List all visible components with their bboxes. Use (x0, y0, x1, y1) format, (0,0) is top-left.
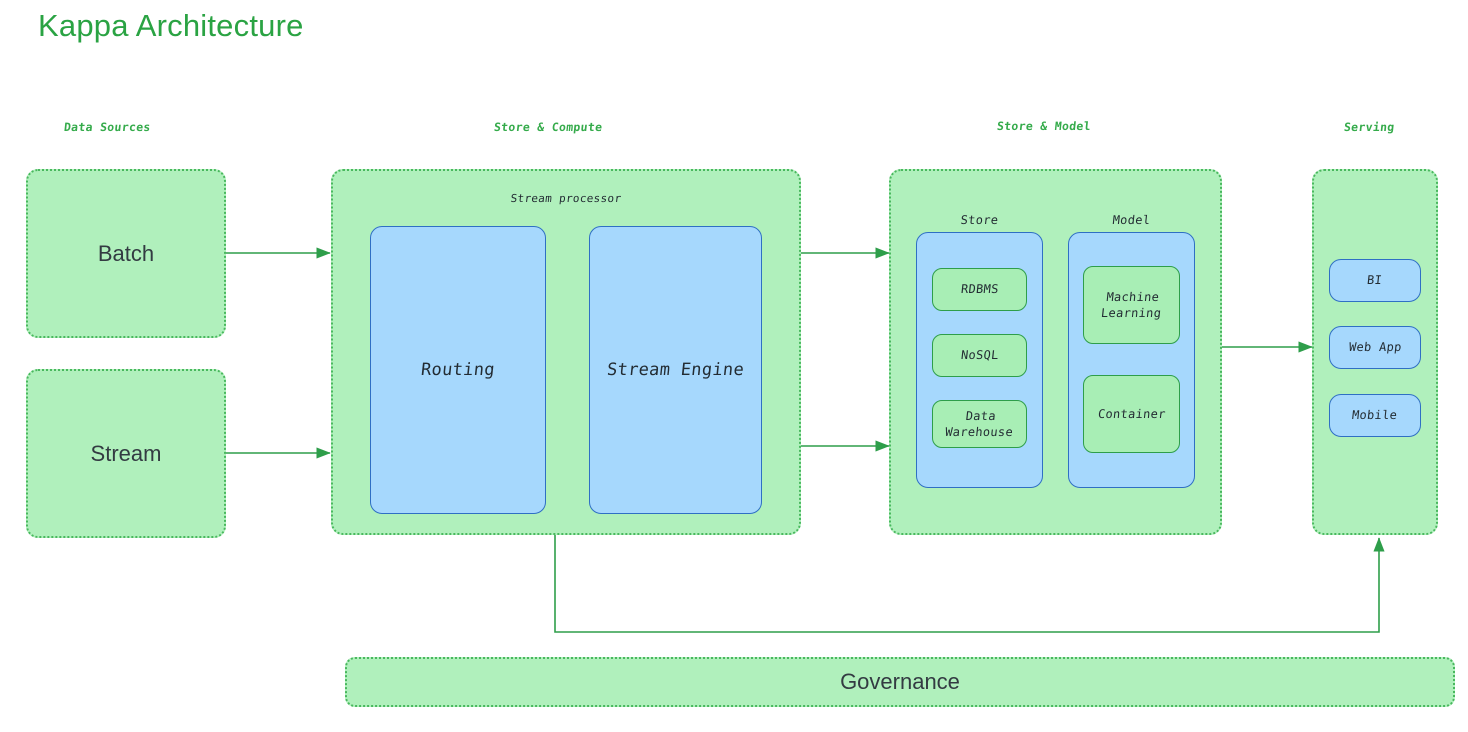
serving-item-label: Web App (1347, 340, 1403, 355)
batch-box[interactable]: Batch (26, 169, 226, 338)
batch-label: Batch (97, 240, 155, 266)
store-item-rdbms[interactable]: RDBMS (932, 268, 1027, 311)
governance-bar[interactable]: Governance (345, 657, 1455, 707)
model-item-machine-learning[interactable]: Machine Learning (1083, 266, 1180, 344)
diagram-canvas: Kappa Architecture Data Sources Store & … (0, 0, 1468, 732)
serving-item-label: Mobile (1351, 408, 1399, 423)
stream-processor-label: Stream processor (509, 192, 623, 205)
column-label-store-compute: Store & Compute (493, 120, 604, 134)
column-label-store-model: Store & Model (996, 119, 1092, 133)
stream-engine-label: Stream Engine (606, 359, 746, 380)
model-item-label: Container (1096, 406, 1167, 421)
model-item-container[interactable]: Container (1083, 375, 1180, 453)
column-label-data-sources: Data Sources (63, 120, 152, 134)
store-label: Store (959, 213, 1000, 227)
column-label-serving: Serving (1343, 120, 1396, 134)
model-item-label: Machine Learning (1099, 289, 1162, 320)
stream-box[interactable]: Stream (26, 369, 226, 538)
model-label: Model (1111, 213, 1152, 227)
serving-item-label: BI (1366, 273, 1384, 288)
store-item-data-warehouse[interactable]: Data Warehouse (932, 400, 1027, 448)
store-item-label: RDBMS (959, 282, 1000, 297)
routing-label: Routing (420, 359, 496, 380)
page-title: Kappa Architecture (38, 8, 304, 43)
serving-item-bi[interactable]: BI (1329, 259, 1421, 302)
governance-label: Governance (840, 669, 960, 695)
store-item-label: Data Warehouse (944, 408, 1014, 439)
serving-item-mobile[interactable]: Mobile (1329, 394, 1421, 437)
arrow-feedback-loop-to-serving (554, 535, 1385, 633)
serving-item-web-app[interactable]: Web App (1329, 326, 1421, 369)
store-item-label: NoSQL (959, 348, 1000, 363)
stream-engine-box[interactable]: Stream Engine (589, 226, 762, 514)
stream-label: Stream (90, 440, 162, 466)
store-item-nosql[interactable]: NoSQL (932, 334, 1027, 377)
routing-box[interactable]: Routing (370, 226, 546, 514)
